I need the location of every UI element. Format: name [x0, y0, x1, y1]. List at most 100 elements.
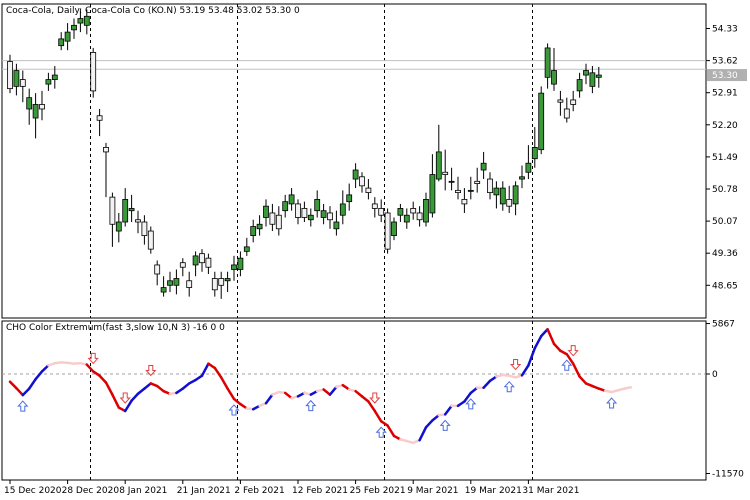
candle-body: [595, 74, 602, 78]
candle-body: [77, 18, 84, 24]
price-axis-label: 48.65: [712, 281, 738, 291]
candle-body: [64, 31, 71, 42]
candle-body: [26, 97, 33, 110]
candle-body: [346, 194, 353, 203]
chart-title: Coca-Cola, Daily: Coca-Cola Co (KO.N) 53…: [6, 6, 300, 16]
candle-body: [506, 198, 513, 207]
candle-body: [58, 38, 65, 47]
indicator-axis-label: 0: [712, 370, 718, 380]
indicator-title: CHO Color Extremum(fast 3,slow 10,N 3) -…: [6, 323, 225, 333]
candle-body: [13, 70, 20, 87]
candle-body: [173, 278, 180, 286]
time-axis-label: 31 Mar 2021: [522, 486, 579, 496]
candle-body: [186, 280, 193, 288]
candle-body: [282, 201, 289, 212]
candle-body: [7, 61, 13, 90]
candle-body: [39, 104, 45, 110]
candle-body: [583, 70, 589, 76]
candle-body: [333, 221, 340, 230]
time-axis-label: 25 Feb 2021: [350, 486, 406, 496]
candle-body: [461, 198, 468, 205]
candle-body: [205, 257, 212, 268]
candle-body: [531, 147, 538, 160]
candle-body: [115, 221, 122, 232]
candle-body: [83, 15, 90, 26]
candle-body: [474, 180, 481, 184]
candle-body: [269, 212, 276, 225]
candle-body: [307, 214, 314, 221]
candle-body: [154, 264, 161, 275]
candle-body: [563, 108, 570, 119]
candle-body: [429, 174, 436, 214]
candle-body: [141, 221, 148, 236]
candle-body: [147, 230, 154, 250]
candle-body: [301, 208, 308, 218]
candle-body: [403, 214, 410, 223]
candle-body: [160, 287, 167, 293]
indicator-axis-label: -11570: [712, 470, 744, 480]
price-axis-label: 50.07: [712, 217, 738, 227]
candle-body: [493, 187, 500, 196]
candle-body: [365, 187, 372, 194]
candle-body: [199, 253, 205, 264]
time-axis-label: 2 Feb 2021: [234, 486, 284, 496]
candle-body: [397, 208, 404, 216]
indicator-segment: [623, 386, 633, 390]
time-axis-label: 15 Dec 2020: [4, 486, 62, 496]
candle-body: [45, 79, 52, 85]
candle-body: [288, 194, 295, 205]
candle-body: [224, 278, 231, 282]
candle-body: [538, 92, 545, 151]
candle-body: [19, 79, 26, 87]
candle-body: [467, 189, 474, 192]
candle-body: [275, 214, 282, 230]
indicator-axis-label: 5867: [712, 320, 735, 330]
price-axis-label: 53.62: [712, 57, 738, 67]
candle-body: [218, 278, 225, 286]
candle-body: [378, 208, 385, 216]
candle-body: [339, 203, 346, 216]
time-axis-label: 9 Mar 2021: [407, 486, 458, 496]
candle-body: [384, 212, 391, 250]
price-axis-label: 54.33: [712, 25, 738, 35]
candle-body: [512, 185, 519, 205]
candle-body: [391, 221, 397, 236]
candle-body: [263, 205, 269, 218]
candle-body: [525, 162, 532, 173]
time-axis-label: 28 Dec 2020: [62, 486, 120, 496]
candle-body: [71, 24, 77, 31]
candle-body: [435, 151, 442, 180]
candle-body: [179, 262, 186, 268]
candle-body: [352, 169, 359, 180]
candle-body: [90, 52, 97, 92]
candle-body: [487, 178, 493, 194]
candle-body: [167, 280, 173, 286]
candle-body: [103, 147, 109, 153]
candle-body: [211, 278, 218, 291]
candle-body: [135, 219, 141, 223]
candle-body: [499, 187, 506, 205]
candle-body: [51, 74, 58, 80]
candle-body: [557, 99, 564, 103]
candle-body: [256, 223, 263, 230]
candle-body: [589, 72, 596, 87]
candle-body: [314, 198, 321, 212]
candle-body: [96, 115, 103, 121]
chart-canvas: 54.33 53.62 52.91 52.20 51.49 50.78 50.07 49.36…: [0, 0, 750, 500]
candle-body: [480, 162, 487, 171]
candle-body: [576, 79, 583, 92]
candle-body: [551, 70, 557, 85]
candle-body: [231, 264, 237, 270]
candle-body: [327, 212, 333, 221]
candle-body: [320, 210, 327, 218]
candle-body: [128, 208, 135, 212]
time-axis-label: 21 Jan 2021: [177, 486, 231, 496]
candle-body: [448, 180, 455, 183]
price-axis-label: 52.91: [712, 89, 738, 99]
price-axis-label: 51.49: [712, 153, 738, 163]
price-axis-label: 50.78: [712, 185, 738, 195]
candle-body: [442, 171, 449, 175]
candle-body: [192, 255, 199, 266]
candle-body: [32, 104, 39, 119]
candle-body: [359, 176, 365, 187]
